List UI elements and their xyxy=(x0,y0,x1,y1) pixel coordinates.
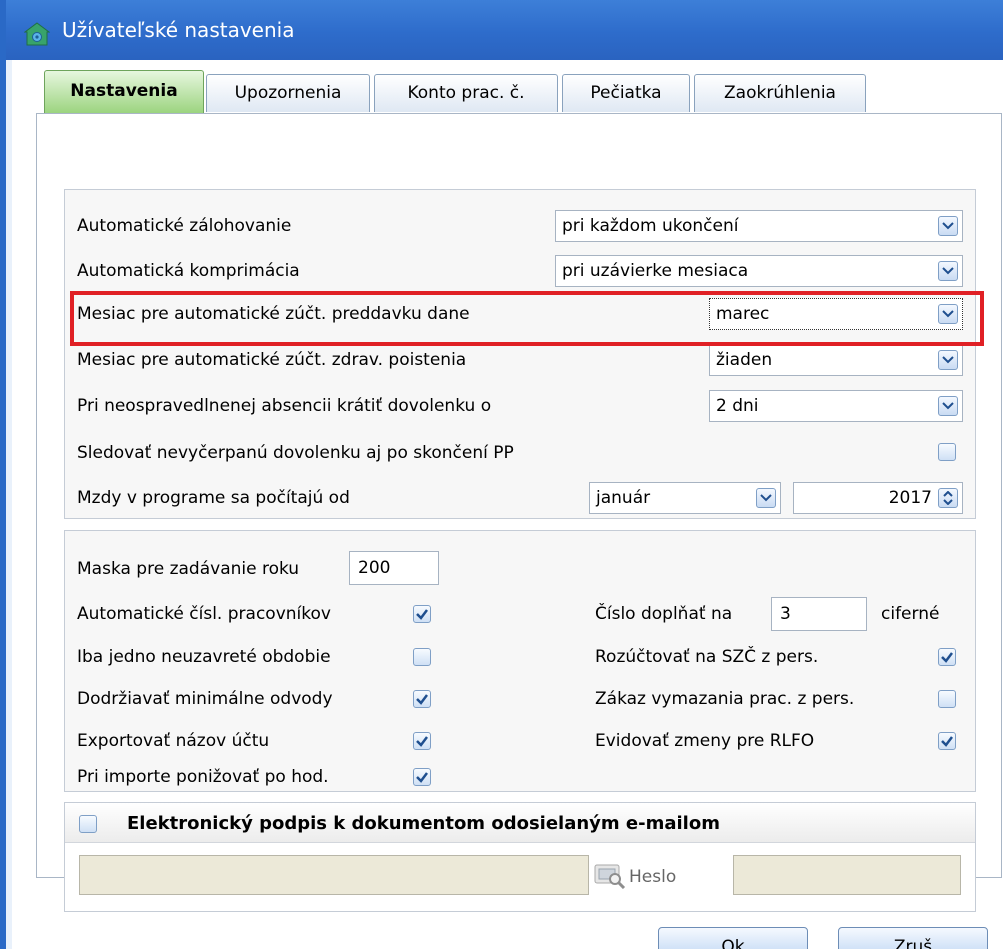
certificate-path-input[interactable] xyxy=(79,855,589,895)
tab-konto-prac[interactable]: Konto prac. č. xyxy=(374,74,558,112)
auto-backup-value: pri každom ukončení xyxy=(562,216,739,236)
split-szc-checkbox[interactable] xyxy=(938,648,956,666)
auto-numbering-label: Automatické čísl. pracovníkov xyxy=(77,604,331,624)
chevron-down-icon[interactable] xyxy=(756,488,776,508)
export-account-name-label: Exportovať názov účtu xyxy=(77,731,270,751)
title-bar[interactable]: Užívateľské nastavenia xyxy=(6,0,1003,60)
health-month-select[interactable]: žiaden xyxy=(709,344,963,376)
options-group: Maska pre zadávanie roku 200 Automatické… xyxy=(64,530,976,792)
tab-upozornenia[interactable]: Upozornenia xyxy=(206,74,370,112)
absence-cut-value: 2 dni xyxy=(716,396,759,416)
auto-compress-value: pri uzávierke mesiaca xyxy=(562,261,749,281)
esign-title: Elektronický podpis k dokumentom odosiel… xyxy=(127,813,720,834)
pad-number-label: Číslo doplňať na xyxy=(595,604,733,624)
auto-compress-label: Automatická komprimácia xyxy=(77,261,300,281)
no-delete-checkbox[interactable] xyxy=(938,690,956,708)
min-levies-checkbox[interactable] xyxy=(413,690,431,708)
auto-numbering-checkbox[interactable] xyxy=(413,605,431,623)
track-rlfo-checkbox[interactable] xyxy=(938,732,956,750)
browse-certificate-icon[interactable] xyxy=(593,861,627,889)
dialog-body: Nastavenia Upozornenia Konto prac. č. Pe… xyxy=(12,60,1003,949)
highlight-annotation xyxy=(70,291,984,346)
export-account-name-checkbox[interactable] xyxy=(413,732,431,750)
absence-cut-label: Pri neospravedlnenej absencii krátiť dov… xyxy=(77,396,492,416)
year-mask-label: Maska pre zadávanie roku xyxy=(77,559,300,579)
password-input[interactable] xyxy=(733,855,961,895)
pad-number-value: 3 xyxy=(780,604,791,624)
chevron-down-icon[interactable] xyxy=(938,350,958,370)
chevron-down-icon[interactable] xyxy=(938,216,958,236)
auto-backup-select[interactable]: pri každom ukončení xyxy=(555,210,963,242)
year-mask-input[interactable]: 200 xyxy=(349,551,439,585)
auto-backup-label: Automatické zálohovanie xyxy=(77,216,292,236)
auto-compress-select[interactable]: pri uzávierke mesiaca xyxy=(555,255,963,287)
one-open-period-label: Iba jedno neuzavreté obdobie xyxy=(77,647,331,667)
absence-cut-select[interactable]: 2 dni xyxy=(709,390,963,422)
tab-panel-nastavenia: Automatické zálohovanie pri každom ukonč… xyxy=(36,113,1002,912)
wages-month-select[interactable]: január xyxy=(589,482,781,514)
health-month-label: Mesiac pre automatické zúčt. zdrav. pois… xyxy=(77,350,467,370)
track-vacation-checkbox[interactable] xyxy=(938,443,956,461)
health-month-value: žiaden xyxy=(716,350,773,370)
year-mask-value: 200 xyxy=(358,558,391,578)
settings-window: Užívateľské nastavenia Nastavenia Upozor… xyxy=(0,0,1003,949)
chevron-down-icon[interactable] xyxy=(938,396,958,416)
esign-checkbox[interactable] xyxy=(79,815,97,833)
spinner-arrows-icon[interactable] xyxy=(938,488,958,508)
min-levies-label: Dodržiavať minimálne odvody xyxy=(77,689,333,709)
no-delete-label: Zákaz vymazania prac. z pers. xyxy=(595,689,855,709)
ok-button[interactable]: Ok xyxy=(658,927,808,949)
one-open-period-checkbox[interactable] xyxy=(413,648,431,666)
import-lower-checkbox[interactable] xyxy=(413,768,431,786)
import-lower-label: Pri importe ponižovať po hod. xyxy=(77,767,329,787)
tab-peciatka[interactable]: Pečiatka xyxy=(562,74,690,112)
app-icon xyxy=(24,22,50,46)
wages-year-value: 2017 xyxy=(888,488,932,508)
track-rlfo-label: Evidovať zmeny pre RLFO xyxy=(595,731,815,751)
esign-group: Elektronický podpis k dokumentom odosiel… xyxy=(64,802,976,912)
cancel-button[interactable]: Zruš xyxy=(838,927,988,949)
wages-from-label: Mzdy v programe sa počítajú od xyxy=(77,488,350,508)
wages-month-value: január xyxy=(596,488,651,508)
wages-year-spinner[interactable]: 2017 xyxy=(793,482,963,514)
window-title: Užívateľské nastavenia xyxy=(62,18,295,42)
pad-number-suffix: ciferné xyxy=(881,604,940,624)
split-szc-label: Rozúčtovať na SZČ z pers. xyxy=(595,647,819,667)
track-vacation-label: Sledovať nevyčerpanú dovolenku aj po sko… xyxy=(77,443,514,463)
general-settings-group: Automatické zálohovanie pri každom ukonč… xyxy=(64,189,976,519)
pad-number-input[interactable]: 3 xyxy=(771,597,867,631)
chevron-down-icon[interactable] xyxy=(938,261,958,281)
password-label: Heslo xyxy=(629,867,677,887)
tab-zaokruhlenia[interactable]: Zaokrúhlenia xyxy=(694,74,866,112)
tab-nastavenia[interactable]: Nastavenia xyxy=(44,70,204,114)
